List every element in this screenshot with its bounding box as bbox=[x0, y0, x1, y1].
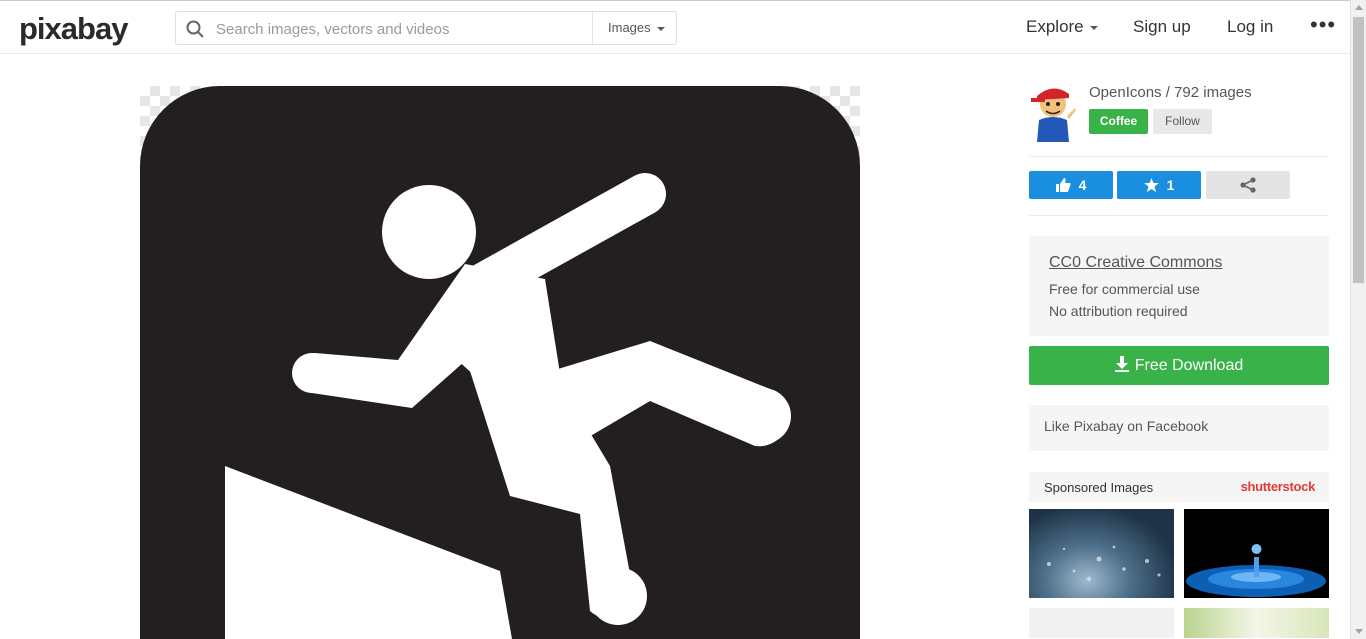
falling-person-icon bbox=[140, 86, 860, 639]
follow-button[interactable]: Follow bbox=[1153, 109, 1212, 134]
like-button[interactable]: 4 bbox=[1029, 171, 1113, 199]
favorite-button[interactable]: 1 bbox=[1117, 171, 1201, 199]
free-download-button[interactable]: Free Download bbox=[1029, 346, 1329, 385]
sponsored-image-4[interactable] bbox=[1184, 608, 1329, 638]
search-type-label: Images bbox=[608, 20, 651, 35]
free-download-label: Free Download bbox=[1134, 357, 1244, 374]
license-line-attribution: No attribution required bbox=[1049, 303, 1188, 319]
sponsored-image-water-drop[interactable] bbox=[1184, 509, 1329, 598]
sponsored-image-3[interactable] bbox=[1029, 608, 1174, 638]
search-bar[interactable]: Images bbox=[175, 11, 677, 45]
nav-explore-label: Explore bbox=[1026, 17, 1084, 36]
search-type-dropdown[interactable]: Images bbox=[592, 12, 677, 44]
author-name[interactable]: OpenIcons / 792 images bbox=[1089, 84, 1252, 101]
search-icon[interactable] bbox=[186, 20, 204, 38]
nav-login[interactable]: Log in bbox=[1227, 1, 1273, 55]
divider bbox=[1029, 156, 1329, 157]
top-navbar: pixabay Images Explore Sign up Log in ••… bbox=[0, 0, 1350, 54]
sponsored-label: Sponsored Images bbox=[1044, 480, 1154, 495]
favorite-count: 1 bbox=[1166, 177, 1175, 193]
pixabay-logo[interactable]: pixabay bbox=[19, 11, 128, 47]
page-scrollbar[interactable] bbox=[1350, 0, 1366, 639]
share-icon bbox=[1240, 177, 1256, 193]
license-box: CC0 Creative Commons Free for commercial… bbox=[1029, 236, 1329, 336]
main-image[interactable] bbox=[140, 86, 860, 639]
license-line-commercial: Free for commercial use bbox=[1049, 281, 1200, 297]
like-count: 4 bbox=[1078, 177, 1087, 193]
nav-signup[interactable]: Sign up bbox=[1133, 1, 1191, 55]
share-button[interactable] bbox=[1206, 171, 1290, 199]
more-menu-icon[interactable]: ••• bbox=[1310, 1, 1336, 55]
license-link[interactable]: CC0 Creative Commons bbox=[1049, 254, 1309, 272]
sponsored-header: Sponsored Images shutterstock bbox=[1029, 472, 1329, 502]
thumbs-up-icon bbox=[1055, 177, 1071, 192]
star-icon bbox=[1143, 177, 1159, 192]
nav-explore[interactable]: Explore bbox=[1026, 1, 1098, 55]
sponsored-image-raindrops[interactable] bbox=[1029, 509, 1174, 598]
download-icon bbox=[1114, 356, 1129, 373]
coffee-button[interactable]: Coffee bbox=[1089, 109, 1148, 134]
scroll-down-icon[interactable] bbox=[1355, 629, 1363, 634]
search-input[interactable] bbox=[216, 18, 586, 40]
action-buttons: 4 1 bbox=[1029, 171, 1329, 199]
chevron-down-icon bbox=[1089, 25, 1098, 30]
facebook-like-box[interactable]: Like Pixabay on Facebook bbox=[1029, 405, 1329, 451]
chevron-down-icon bbox=[656, 26, 665, 31]
shutterstock-logo[interactable]: shutterstock bbox=[1241, 479, 1316, 494]
author-avatar[interactable] bbox=[1029, 86, 1077, 142]
divider bbox=[1029, 215, 1329, 216]
scroll-up-icon[interactable] bbox=[1355, 5, 1363, 10]
scrollbar-thumb[interactable] bbox=[1353, 17, 1364, 283]
